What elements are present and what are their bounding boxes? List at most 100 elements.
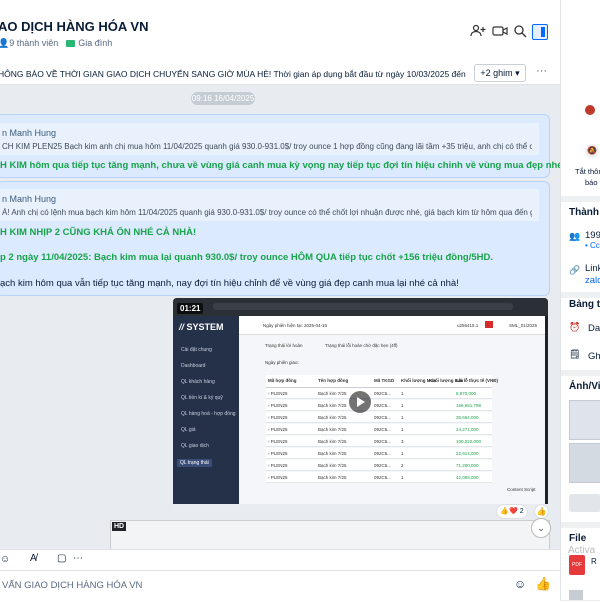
send-like-icon[interactable]: 👍	[535, 576, 551, 592]
media-thumbnail[interactable]	[569, 443, 600, 483]
more-tools-icon[interactable]: ⋯	[73, 553, 83, 564]
side-item: Dashboard	[181, 363, 206, 369]
group-title[interactable]: AO DỊCH HÀNG HÓA VN	[0, 19, 148, 34]
message-text: H KIM hôm qua tiếp tục tăng mạnh, chưa v…	[0, 160, 599, 171]
quote-text: Ả! Anh chị có lệnh mua bạch kim hôm 11/0…	[2, 208, 532, 217]
media-thumbnail[interactable]	[569, 400, 600, 440]
sticker-icon[interactable]: ☺	[0, 554, 10, 565]
quoted-message[interactable]: n Manh Hung Ả! Anh chị có lệnh mua bạch …	[0, 189, 539, 221]
video-tab: Trạng thái lỗi hoàn chờ đặc hẹn (4ff)	[325, 343, 398, 348]
video-table-row: › PLEN25 Bạch kim 7/25 092C5... 1 22,914,000	[266, 448, 492, 459]
video-table-row: › PLEN25 Bạch kim 7/25 092C5... 1 42,005,000	[266, 472, 492, 483]
search-icon[interactable]	[512, 24, 528, 40]
reminder-list[interactable]: Danh	[588, 323, 600, 334]
message-bubble[interactable]: n Manh Hung CH KIM PLEN25 Bạch kim anh c…	[0, 114, 599, 178]
message-bubble[interactable]: n Manh Hung Ả! Anh chị có lệnh mua bạch …	[0, 181, 550, 296]
play-icon[interactable]	[349, 391, 371, 413]
video-filter: Ngày phiên giao:	[265, 360, 299, 365]
video-table-cell: 100,022,000	[456, 439, 482, 444]
video-table-cell: › PLEN25	[268, 463, 288, 468]
video-table-cell: › PLEN25	[268, 415, 288, 420]
side-item: QL giao dịch	[181, 443, 209, 449]
video-table-row: › PLEN25 Bạch kim 7/25 092C5... 3 100,022,00…	[266, 436, 492, 447]
member-icon: 👤	[0, 38, 10, 48]
video-table-cell: 2	[401, 463, 404, 468]
video-table-cell: › PLEN25	[268, 391, 288, 396]
reaction-summary[interactable]: 👍❤️ 2	[497, 505, 527, 518]
group-subtitle: 👤9 thành viên Gia đình	[0, 38, 112, 49]
video-table-row: › PLEN25 Bạch kim 7/25 092C5... 1 24,271,000	[266, 424, 492, 435]
composer[interactable]: VẤN GIAO DỊCH HÀNG HÓA VN ☺ 👍	[0, 570, 560, 601]
message-input[interactable]: VẤN GIAO DỊCH HÀNG HÓA VN	[2, 580, 142, 591]
video-table-cell: 092C5...	[374, 439, 392, 444]
app-logo: // SYSTEM	[179, 322, 224, 332]
video-message-2[interactable]	[110, 520, 550, 550]
notes-list[interactable]: Ghi	[588, 351, 600, 362]
video-table-cell: 8,870,000	[456, 391, 477, 396]
members-count[interactable]: 199	[585, 230, 600, 241]
video-table-cell: 092C5...	[374, 463, 392, 468]
video-table-cell: 156,651,798	[456, 403, 482, 408]
video-table-row: › PLEN25 Bạch kim 7/25 092C5... 1 156,651,79…	[266, 400, 492, 411]
video-table-cell: 1	[401, 391, 404, 396]
video-table-cell: Bạch kim 7/25	[318, 403, 347, 408]
file-section-title[interactable]: File	[569, 533, 586, 544]
link-icon: 🔗	[569, 265, 581, 275]
video-call-icon[interactable]	[492, 24, 508, 40]
hd-badge: HD	[112, 522, 127, 531]
app-sidebar: // SYSTEM Cài đặt chung Dashboard QL khá…	[173, 316, 239, 504]
video-table-cell: Bạch kim 7/25	[318, 475, 347, 480]
pinned-message[interactable]: HÔNG BÁO VỀ THỜI GIAN GIAO DỊCH CHUYỂN S…	[0, 69, 468, 79]
group-tag[interactable]: Gia đình	[78, 38, 112, 48]
file-thumbnail[interactable]	[569, 590, 583, 600]
file-name[interactable]: R	[591, 557, 597, 566]
group-link[interactable]: zalo	[585, 275, 600, 286]
video-table-cell: 092C5...	[374, 475, 392, 480]
scroll-down-icon[interactable]: ⌄	[531, 518, 551, 538]
members-sub[interactable]: • Cc	[585, 241, 600, 250]
quoted-message[interactable]: n Manh Hung CH KIM PLEN25 Bạch kim anh c…	[0, 123, 539, 155]
video-table-cell: 092C5...	[374, 427, 392, 432]
video-table-cell: 1	[401, 427, 404, 432]
mute-label: Tắt thôn	[575, 167, 600, 176]
quick-message-icon[interactable]: ▢	[57, 553, 66, 564]
video-table-cell: › PLEN25	[268, 439, 288, 444]
tag-icon	[66, 40, 76, 48]
video-tab: Trạng thái lời hoàn	[265, 343, 303, 348]
add-member-icon[interactable]	[470, 24, 486, 40]
video-table-cell: Bạch kim 7/25	[318, 391, 347, 396]
video-table-header: Mã hợp đồng Tên hợp đồng Mã TKGD Khối lư…	[266, 375, 498, 388]
format-text-icon[interactable]: A̸	[30, 553, 37, 564]
mute-label-2: báo	[585, 178, 598, 187]
members-section-title[interactable]: Thành v	[569, 207, 600, 218]
like-icon[interactable]: 👍	[535, 505, 548, 518]
more-pins-button[interactable]: +2 ghim ▾	[474, 64, 526, 82]
quote-sender: n Manh Hung	[2, 194, 57, 204]
chat-header: AO DỊCH HÀNG HÓA VN 👤9 thành viên Gia đìn…	[0, 0, 560, 63]
app-topbar: Ngày phiên hiện tại: 2025-04-15 u256415.…	[239, 316, 545, 335]
quote-text: CH KIM PLEN25 Bạch kim anh chị mua hôm 1…	[2, 142, 532, 151]
pinned-menu-button[interactable]: ···	[536, 65, 547, 77]
view-all-media-button[interactable]	[569, 494, 600, 512]
emoji-icon[interactable]: ☺	[514, 577, 526, 591]
video-table-cell: Bạch kim 7/25	[318, 427, 347, 432]
toggle-sidebar-icon[interactable]	[532, 24, 548, 40]
video-table-cell: 092C5...	[374, 403, 392, 408]
member-count[interactable]: 9 thành viên	[9, 38, 58, 48]
video-table-cell: Bạch kim 7/25	[318, 451, 347, 456]
message-line-3: ạch kim hôm qua vẫn tiếp tục tăng mạnh, …	[0, 278, 459, 289]
pinned-bar[interactable]: HÔNG BÁO VỀ THỜI GIAN GIAO DỊCH CHUYỂN S…	[0, 62, 560, 85]
bell-off-icon[interactable]: 🔕	[585, 144, 599, 158]
video-table-cell: 092C5...	[374, 415, 392, 420]
board-section-title[interactable]: Bảng tin	[569, 299, 600, 310]
date-separator: 09:16 16/04/2025	[191, 92, 255, 105]
video-table-row: › PLEN25 Bạch kim 7/25 092C5... 2 71,200,000	[266, 460, 492, 471]
conversation-info-panel: 🔕 Tắt thôn báo Thành v 👥 199 • Cc 🔗 Link…	[560, 0, 600, 600]
video-table-cell: › PLEN25	[268, 427, 288, 432]
members-icon: 👥	[569, 231, 581, 241]
video-table-cell: 71,200,000	[456, 463, 479, 468]
side-item-active: QL trạng thái	[177, 459, 212, 467]
video-table-cell: 3	[401, 439, 404, 444]
media-section-title[interactable]: Ảnh/Vic	[569, 381, 600, 392]
avatar	[585, 105, 595, 115]
